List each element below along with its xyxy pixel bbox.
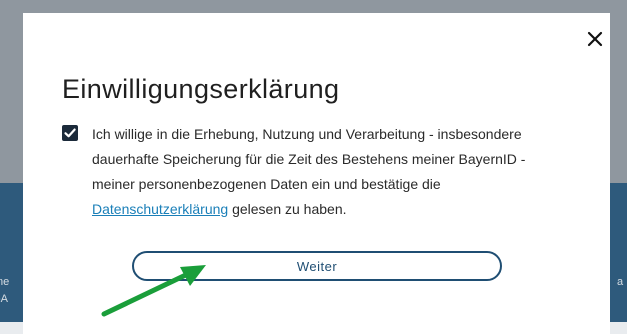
consent-checkbox[interactable] <box>62 125 78 141</box>
consent-text-main: Ich willige in die Erhebung, Nutzung und… <box>92 126 526 192</box>
backdrop-text-fragment: a <box>617 276 624 288</box>
dialog-title: Einwilligungserklärung <box>62 74 340 104</box>
backdrop-text-fragment: -A <box>0 293 8 305</box>
annotation-arrow-icon <box>101 265 206 317</box>
consent-text: Ich willige in die Erhebung, Nutzung und… <box>92 122 572 222</box>
consent-text-end: gelesen zu haben. <box>228 201 347 217</box>
close-icon <box>587 31 603 47</box>
backdrop-text-fragment: ne <box>0 276 10 288</box>
checkmark-icon <box>64 128 76 138</box>
privacy-policy-link[interactable]: Datenschutzerklärung <box>92 201 228 217</box>
close-button[interactable] <box>585 29 605 49</box>
